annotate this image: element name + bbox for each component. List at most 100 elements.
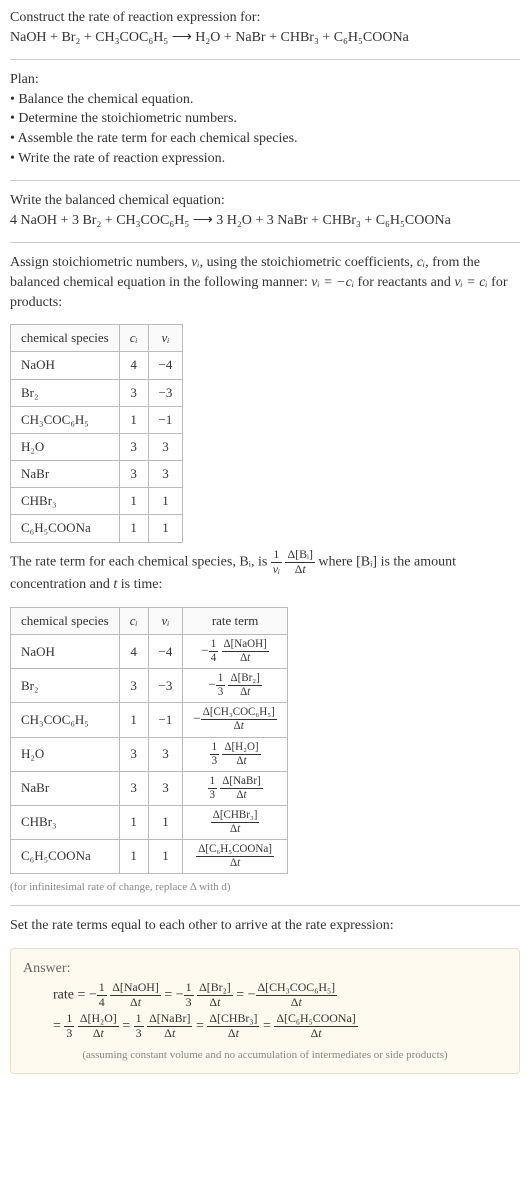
frac: 13 — [184, 982, 194, 1009]
col-nui: νᵢ — [148, 608, 183, 635]
cell-rate: Δ[C₆H₅COONa]Δt — [183, 839, 287, 873]
balanced-equation: 4 NaOH + 3 Br₂ + CH₃COC₆H₅ ⟶ 3 H₂O + 3 N… — [10, 211, 520, 231]
answer-box: Answer: rate = −14 Δ[NaOH]Δt = −13 Δ[Br₂… — [10, 948, 520, 1075]
cell-species: CH₃COC₆H₅ — [11, 703, 120, 737]
rate-text: The rate term for each chemical species,… — [10, 554, 271, 569]
col-rate: rate term — [183, 608, 287, 635]
cell-rate: 13 Δ[NaBr]Δt — [183, 771, 287, 805]
rate-term-table: chemical species cᵢ νᵢ rate term NaOH 4 … — [10, 607, 288, 874]
cell-species: NaOH — [11, 352, 120, 379]
header-title: Construct the rate of reaction expressio… — [10, 8, 520, 28]
table-row: CH₃COC₆H₅ 1 −1 — [11, 406, 183, 433]
cell-species: NaOH — [11, 635, 120, 669]
frac: Δ[NaBr]Δt — [147, 1013, 192, 1040]
delta-b-over-t: Δ[Bᵢ]Δt — [285, 549, 314, 576]
assign-text: , using the stoichiometric coefficients, — [200, 255, 417, 270]
table-row: NaBr 3 3 13 Δ[NaBr]Δt — [11, 771, 288, 805]
frac: Δ[C₆H₅COONa]Δt — [274, 1013, 357, 1040]
table-header-row: chemical species cᵢ νᵢ rate term — [11, 608, 288, 635]
cell-nu: 1 — [148, 839, 183, 873]
balanced-section: Write the balanced chemical equation: 4 … — [10, 191, 520, 230]
answer-label: Answer: — [23, 959, 507, 979]
cell-c: 1 — [119, 488, 148, 515]
cell-c: 1 — [119, 805, 148, 839]
table-row: H₂O 3 3 — [11, 433, 183, 460]
cell-nu: 3 — [148, 433, 183, 460]
cell-species: CH₃COC₆H₅ — [11, 406, 120, 433]
cell-nu: −3 — [148, 379, 183, 406]
header-equation: NaOH + Br₂ + CH₃COC₆H₅ ⟶ H₂O + NaBr + CH… — [10, 28, 520, 48]
frac: 13 — [64, 1013, 74, 1040]
cell-rate: −14 Δ[NaOH]Δt — [183, 635, 287, 669]
infinitesimal-note: (for infinitesimal rate of change, repla… — [10, 880, 520, 895]
frac: 13 — [134, 1013, 144, 1040]
set-equal-text: Set the rate terms equal to each other t… — [10, 916, 520, 936]
rate-prefix: rate = — [53, 988, 89, 1003]
header-section: Construct the rate of reaction expressio… — [10, 8, 520, 47]
cell-c: 3 — [119, 669, 148, 703]
frac: Δ[H₂O]Δt — [78, 1013, 119, 1040]
plan-step: • Determine the stoichiometric numbers. — [10, 109, 520, 129]
cell-nu: 3 — [148, 461, 183, 488]
frac: Δ[CH₃COC₆H₅]Δt — [256, 982, 338, 1009]
frac: 14 — [97, 982, 107, 1009]
cell-nu: 3 — [148, 737, 183, 771]
table-row: CHBr₃ 1 1 Δ[CHBr₃]Δt — [11, 805, 288, 839]
cell-nu: 1 — [148, 805, 183, 839]
rate-text: is time: — [117, 577, 162, 592]
c-i: cᵢ — [417, 255, 425, 270]
assign-text: Assign stoichiometric numbers, — [10, 255, 191, 270]
cell-c: 4 — [119, 352, 148, 379]
cell-c: 3 — [119, 379, 148, 406]
cell-c: 1 — [119, 515, 148, 542]
table-row: Br₂ 3 −3 −13 Δ[Br₂]Δt — [11, 669, 288, 703]
table-row: C₆H₅COONa 1 1 — [11, 515, 183, 542]
table-header-row: chemical species cᵢ νᵢ — [11, 325, 183, 352]
cell-c: 3 — [119, 433, 148, 460]
col-species: chemical species — [11, 325, 120, 352]
cell-c: 3 — [119, 737, 148, 771]
col-ci: cᵢ — [119, 325, 148, 352]
cell-c: 3 — [119, 771, 148, 805]
assign-text: for reactants and — [354, 275, 454, 290]
cell-species: NaBr — [11, 771, 120, 805]
rate-line-1: rate = −14 Δ[NaOH]Δt = −13 Δ[Br₂]Δt = −Δ… — [53, 982, 507, 1009]
cell-rate: Δ[CHBr₃]Δt — [183, 805, 287, 839]
rate-expression: rate = −14 Δ[NaOH]Δt = −13 Δ[Br₂]Δt = −Δ… — [53, 982, 507, 1040]
cell-nu: −4 — [148, 352, 183, 379]
table-row: Br₂ 3 −3 — [11, 379, 183, 406]
cell-rate: −13 Δ[Br₂]Δt — [183, 669, 287, 703]
col-species: chemical species — [11, 608, 120, 635]
cell-species: CHBr₃ — [11, 805, 120, 839]
plan-step: • Write the rate of reaction expression. — [10, 149, 520, 169]
col-ci: cᵢ — [119, 608, 148, 635]
cell-species: C₆H₅COONa — [11, 515, 120, 542]
cell-species: C₆H₅COONa — [11, 839, 120, 873]
table-row: H₂O 3 3 13 Δ[H₂O]Δt — [11, 737, 288, 771]
cell-nu: −1 — [148, 703, 183, 737]
plan-step-text: Balance the chemical equation. — [18, 92, 193, 107]
one-over-nu: 1νᵢ — [271, 549, 282, 576]
cell-nu: 3 — [148, 771, 183, 805]
table-row: CHBr₃ 1 1 — [11, 488, 183, 515]
cell-c: 1 — [119, 703, 148, 737]
cell-nu: 1 — [148, 515, 183, 542]
plan-step-text: Write the rate of reaction expression. — [18, 151, 225, 166]
rate-line-2: = 13 Δ[H₂O]Δt = 13 Δ[NaBr]Δt = Δ[CHBr₃]Δ… — [53, 1013, 507, 1040]
cell-nu: −1 — [148, 406, 183, 433]
divider — [10, 905, 520, 906]
plan-step-text: Assemble the rate term for each chemical… — [18, 131, 298, 146]
cell-species: H₂O — [11, 433, 120, 460]
assign-section: Assign stoichiometric numbers, νᵢ, using… — [10, 253, 520, 312]
rate-term-intro: The rate term for each chemical species,… — [10, 549, 520, 595]
divider — [10, 242, 520, 243]
cell-nu: 1 — [148, 488, 183, 515]
frac: Δ[NaOH]Δt — [110, 982, 161, 1009]
cell-c: 4 — [119, 635, 148, 669]
frac: Δ[CHBr₃]Δt — [207, 1013, 259, 1040]
col-nui: νᵢ — [148, 325, 183, 352]
cell-nu: −3 — [148, 669, 183, 703]
table-row: CH₃COC₆H₅ 1 −1 −Δ[CH₃COC₆H₅]Δt — [11, 703, 288, 737]
table-row: C₆H₅COONa 1 1 Δ[C₆H₅COONa]Δt — [11, 839, 288, 873]
assumption-note: (assuming constant volume and no accumul… — [23, 1048, 507, 1063]
